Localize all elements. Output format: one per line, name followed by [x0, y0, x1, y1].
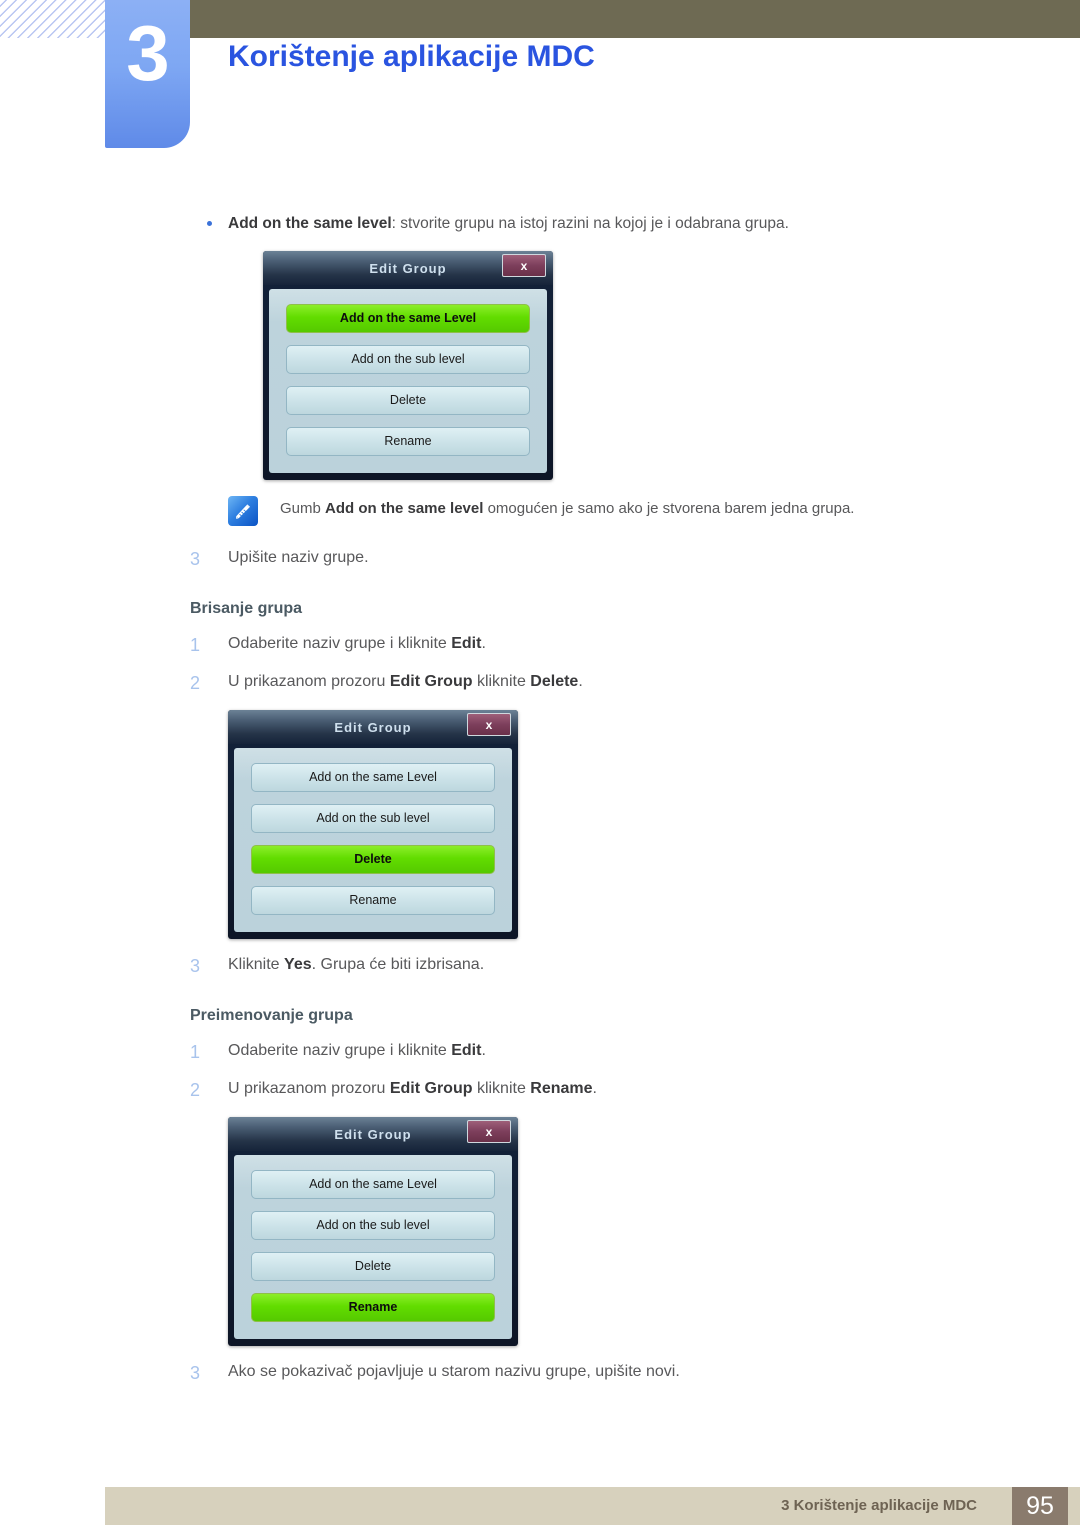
edit-group-dialog-1: Edit Group x Add on the same Level Add o… [263, 251, 553, 481]
delete-button[interactable]: Delete [251, 1252, 495, 1282]
dialog-titlebar: Edit Group x [263, 251, 553, 286]
dialog-slot-3: Edit Group x Add on the same Level Add o… [0, 1117, 1080, 1347]
step-text-bold: Yes [284, 956, 312, 974]
note-bold: Add on the same level [325, 500, 484, 518]
delete-button[interactable]: Delete [251, 845, 495, 875]
rename-button[interactable]: Rename [251, 886, 495, 916]
delete-step-3: 3 Kliknite Yes. Grupa će biti izbrisana. [0, 953, 1080, 977]
close-icon[interactable]: x [502, 254, 546, 278]
dialog-titlebar: Edit Group x [228, 710, 518, 745]
bullet-label: Add on the same level [228, 215, 392, 232]
bullet-dot-icon [207, 221, 212, 226]
step-text-bold2: Delete [530, 673, 579, 691]
chapter-tab: 3 [105, 0, 190, 148]
step-text-bold: Edit Group [389, 673, 473, 691]
header-olive-bar [190, 0, 1080, 38]
step-text-pre: Odaberite naziv grupe i kliknite [228, 635, 452, 653]
note-suffix: omogućen je samo ako je stvorena barem j… [483, 500, 855, 518]
step-text-post: . [481, 635, 486, 653]
add-on-sub-level-button[interactable]: Add on the sub level [251, 1211, 495, 1241]
step-text-mid: kliknite [472, 1080, 531, 1098]
step-text-bold: Edit [451, 635, 482, 653]
step-text-pre: Ako se pokazivač pojavljuje u starom naz… [228, 1363, 680, 1381]
step-number: 2 [190, 673, 201, 694]
step-number: 3 [190, 1363, 201, 1384]
dialog-title: Edit Group [369, 260, 447, 276]
step-upisite-naziv: 3 Upišite naziv grupe. [0, 546, 1080, 570]
page-content: Add on the same level: stvorite grupu na… [0, 160, 1080, 1384]
step-number: 2 [190, 1080, 201, 1101]
rename-button[interactable]: Rename [251, 1293, 495, 1323]
step-text-post: . [481, 1042, 486, 1060]
step-number: 3 [190, 549, 201, 570]
step-text-pre: U prikazanom prozoru [228, 1080, 390, 1098]
chapter-number: 3 [126, 9, 169, 97]
rename-step-2: 2 U prikazanom prozoru Edit Group klikni… [0, 1077, 1080, 1101]
step-text-bold: Edit Group [389, 1080, 473, 1098]
rename-step-3: 3 Ako se pokazivač pojavljuje u starom n… [0, 1360, 1080, 1384]
dialog-body: Add on the same Level Add on the sub lev… [269, 289, 547, 474]
step-text-pre: U prikazanom prozoru [228, 673, 390, 691]
step-number: 1 [190, 635, 201, 656]
dialog-title: Edit Group [334, 719, 412, 735]
step-text-post: . [578, 673, 583, 691]
dialog-body: Add on the same Level Add on the sub lev… [234, 748, 512, 933]
edit-group-dialog-3: Edit Group x Add on the same Level Add o… [228, 1117, 518, 1347]
dialog-slot-2: Edit Group x Add on the same Level Add o… [0, 710, 1080, 940]
page-header: 3 Korištenje aplikacije MDC [0, 0, 1080, 160]
close-icon[interactable]: x [467, 1120, 511, 1144]
note-add-same-level: Gumb Add on the same level omogućen je s… [0, 496, 1080, 532]
delete-button[interactable]: Delete [286, 386, 530, 416]
step-number: 3 [190, 956, 201, 977]
note-pencil-icon [228, 496, 258, 527]
rename-button[interactable]: Rename [286, 427, 530, 457]
page-title: Korištenje aplikacije MDC [228, 40, 595, 73]
step-text: Upišite naziv grupe. [228, 549, 369, 567]
add-on-sub-level-button[interactable]: Add on the sub level [286, 345, 530, 375]
step-text-bold2: Rename [530, 1080, 593, 1098]
section-heading-delete: Brisanje grupa [190, 600, 303, 618]
edit-group-dialog-2: Edit Group x Add on the same Level Add o… [228, 710, 518, 940]
bullet-text: : stvorite grupu na istoj razini na kojo… [391, 215, 789, 232]
footer-chapter-label: 3 Korištenje aplikacije MDC [781, 1497, 977, 1514]
bullet-add-same-level: Add on the same level: stvorite grupu na… [0, 212, 1080, 235]
step-text-mid: kliknite [472, 673, 531, 691]
delete-step-2: 2 U prikazanom prozoru Edit Group klikni… [0, 670, 1080, 694]
step-number: 1 [190, 1042, 201, 1063]
step-text-post: . Grupa će biti izbrisana. [311, 956, 485, 974]
step-text-post: . [592, 1080, 597, 1098]
dialog-body: Add on the same Level Add on the sub lev… [234, 1155, 512, 1340]
close-icon[interactable]: x [467, 713, 511, 737]
page-footer: 3 Korištenje aplikacije MDC 95 [105, 1487, 1080, 1525]
step-text-pre: Odaberite naziv grupe i kliknite [228, 1042, 452, 1060]
add-on-same-level-button[interactable]: Add on the same Level [251, 763, 495, 793]
hatch-decoration [0, 0, 108, 38]
add-on-same-level-button[interactable]: Add on the same Level [286, 304, 530, 334]
add-on-sub-level-button[interactable]: Add on the sub level [251, 804, 495, 834]
add-on-same-level-button[interactable]: Add on the same Level [251, 1170, 495, 1200]
step-text-pre: Kliknite [228, 956, 285, 974]
section-heading-rename: Preimenovanje grupa [190, 1007, 353, 1025]
step-text-bold: Edit [451, 1042, 482, 1060]
page-number: 95 [1012, 1487, 1068, 1525]
rename-step-1: 1 Odaberite naziv grupe i kliknite Edit. [0, 1039, 1080, 1063]
dialog-title: Edit Group [334, 1126, 412, 1142]
dialog-slot-1: Edit Group x Add on the same Level Add o… [0, 251, 1080, 481]
dialog-titlebar: Edit Group x [228, 1117, 518, 1152]
delete-step-1: 1 Odaberite naziv grupe i kliknite Edit. [0, 632, 1080, 656]
note-prefix: Gumb [280, 500, 326, 518]
